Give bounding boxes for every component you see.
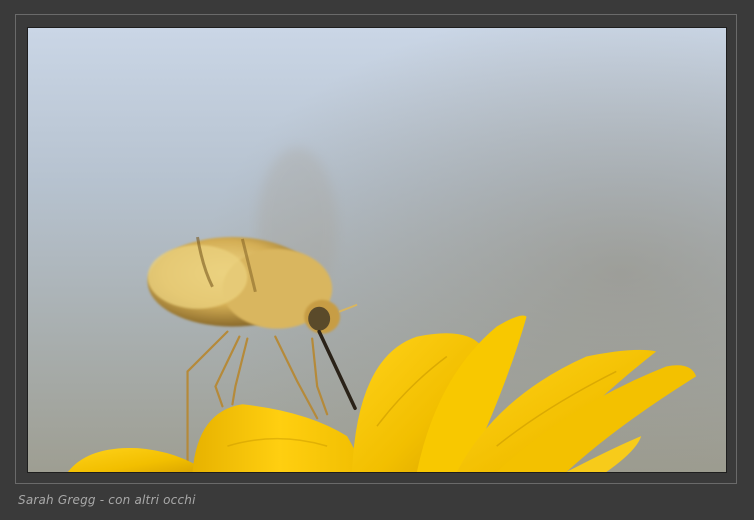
- photo-credit-caption: Sarah Gregg - con altri occhi: [18, 493, 196, 507]
- photo: [27, 27, 727, 473]
- photo-illustration: [28, 28, 726, 472]
